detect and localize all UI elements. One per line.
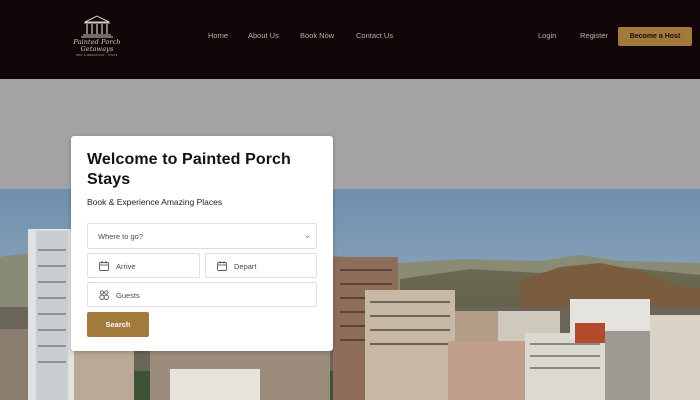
logo-script-text: Painted Porch Getaways bbox=[73, 38, 121, 53]
booking-card: Welcome to Painted Porch Stays Book & Ex… bbox=[71, 136, 333, 351]
nav-home[interactable]: Home bbox=[208, 31, 228, 41]
where-to-go-placeholder: Where to go? bbox=[98, 232, 144, 241]
calendar-icon bbox=[99, 261, 109, 271]
nav-login[interactable]: Login bbox=[538, 31, 556, 41]
booking-title: Welcome to Painted Porch Stays bbox=[87, 151, 291, 188]
depart-date-field[interactable]: Depart bbox=[205, 253, 317, 278]
guests-placeholder: Guests bbox=[116, 291, 140, 300]
guests-field[interactable]: Guests bbox=[87, 282, 317, 307]
calendar-icon bbox=[217, 261, 227, 271]
pillar-building-icon bbox=[81, 15, 113, 38]
chevron-down-icon bbox=[305, 235, 310, 239]
become-host-button[interactable]: Become a Host bbox=[618, 27, 692, 46]
nav-book-now[interactable]: Book Now bbox=[300, 31, 334, 41]
guests-icon bbox=[99, 290, 109, 300]
brand-logo[interactable]: Painted Porch Getaways BED & BREAKFAST ·… bbox=[68, 14, 126, 62]
depart-placeholder: Depart bbox=[234, 262, 257, 271]
arrive-placeholder: Arrive bbox=[116, 262, 136, 271]
nav-register[interactable]: Register bbox=[580, 31, 608, 41]
booking-subtitle: Book & Experience Amazing Places bbox=[87, 197, 223, 207]
search-button[interactable]: Search bbox=[87, 312, 149, 337]
nav-about-us[interactable]: About Us bbox=[248, 31, 279, 41]
where-to-go-select[interactable]: Where to go? bbox=[87, 223, 317, 249]
nav-contact-us[interactable]: Contact Us bbox=[356, 31, 393, 41]
logo-tagline: BED & BREAKFAST · STAYS bbox=[76, 54, 118, 57]
site-header: Painted Porch Getaways BED & BREAKFAST ·… bbox=[0, 0, 700, 79]
arrive-date-field[interactable]: Arrive bbox=[87, 253, 200, 278]
